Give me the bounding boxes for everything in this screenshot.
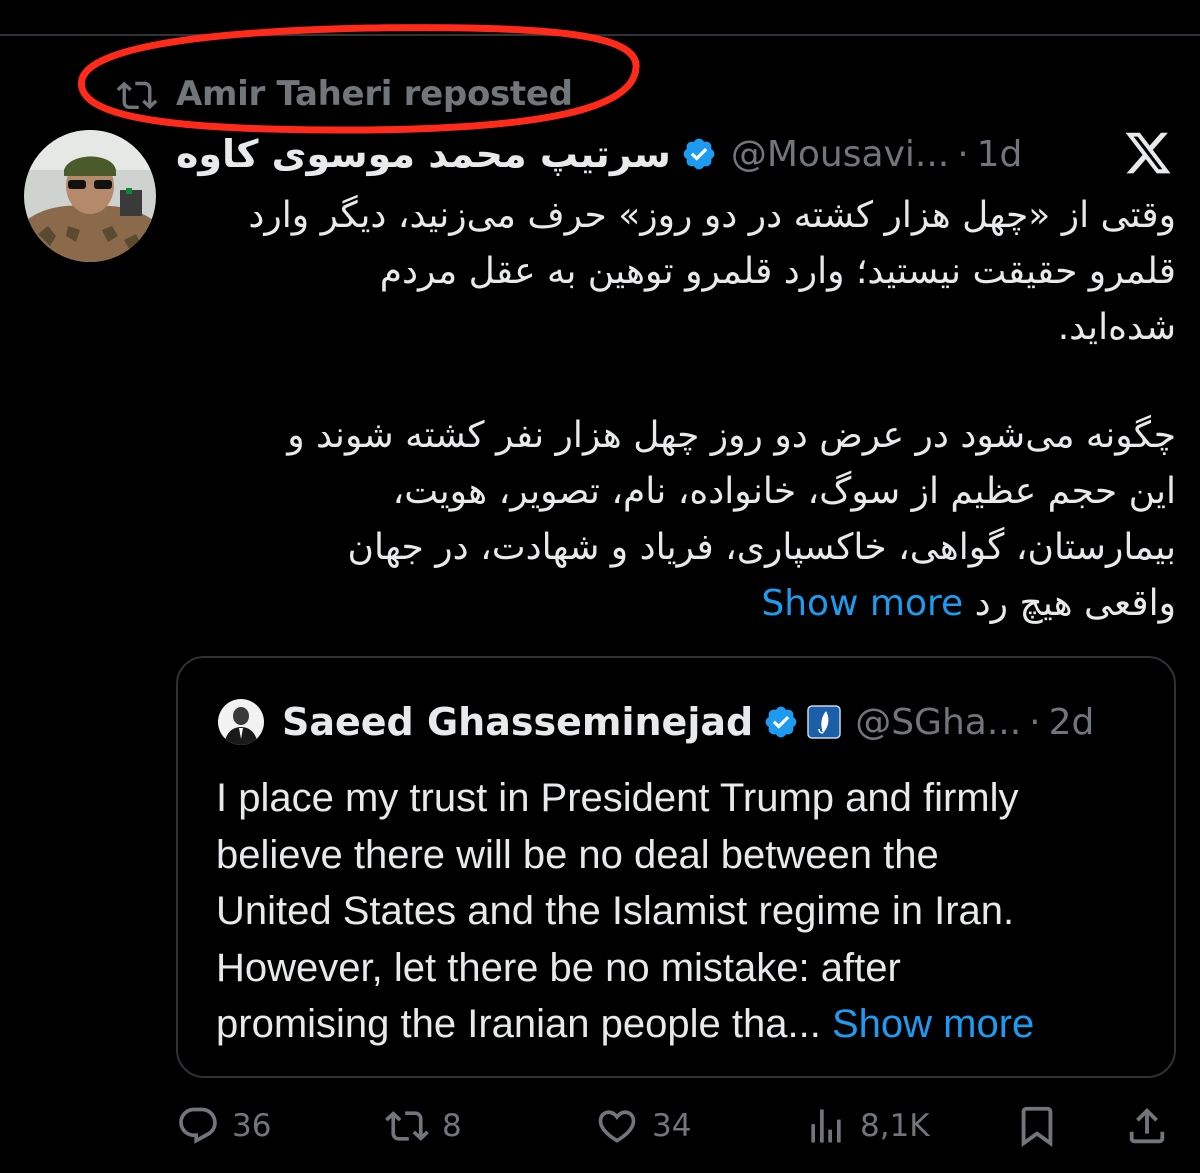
repost-icon xyxy=(384,1104,430,1148)
views-count: 8,1K xyxy=(860,1108,930,1144)
verified-badge-icon xyxy=(681,136,717,172)
quoted-tweet-time[interactable]: 2d xyxy=(1049,702,1095,743)
views-button[interactable]: 8,1K xyxy=(804,1096,930,1156)
repost-context[interactable]: Amir Taheri reposted xyxy=(116,72,573,116)
tweet-text-line: چگونه می‌شود در عرض دو روز چهل هزار نفر … xyxy=(287,415,1176,456)
repost-count: 8 xyxy=(442,1108,462,1144)
reply-icon xyxy=(176,1104,220,1148)
quoted-show-more-link[interactable]: Show more xyxy=(832,1002,1034,1046)
quoted-text-line: believe there will be no deal between th… xyxy=(216,832,939,877)
tweet-text-line: وقتی از «چهل هزار کشته در دو روز» حرف می… xyxy=(248,195,1176,236)
quoted-text-line: I place my trust in President Trump and … xyxy=(216,776,1019,820)
bookmark-button[interactable] xyxy=(1014,1096,1060,1156)
affiliation-badge-icon[interactable] xyxy=(807,705,841,739)
repost-label[interactable]: Amir Taheri reposted xyxy=(176,74,573,114)
x-logo-icon[interactable] xyxy=(1122,128,1174,178)
tweet-header: سرتیپ محمد موسوی کاوه @Mousavi... · 1d xyxy=(176,126,1036,182)
time-separator: · xyxy=(957,133,969,175)
quoted-author-avatar[interactable] xyxy=(218,699,264,745)
share-icon xyxy=(1124,1103,1170,1149)
tweet-time[interactable]: 1d xyxy=(977,134,1023,175)
tweet-text-line: بیمارستان، گواهی، خاکسپاری، فریاد و شهاد… xyxy=(347,527,1176,568)
tweet-text-line: قلمرو حقیقت نیستید؛ وارد قلمرو توهین به … xyxy=(379,251,1176,292)
quoted-tweet-text: I place my trust in President Trump and … xyxy=(216,770,1156,1053)
quoted-tweet-card[interactable]: Saeed Ghasseminejad @SGha... · 2d I plac… xyxy=(176,656,1176,1078)
quoted-text-line: However, let there be no mistake: after xyxy=(216,945,901,990)
tweet-text-line: شده‌اید. xyxy=(1057,307,1176,348)
share-button[interactable] xyxy=(1124,1096,1170,1156)
author-name[interactable]: سرتیپ محمد موسوی کاوه xyxy=(176,132,671,176)
quoted-text-line: promising the Iranian people tha... xyxy=(216,1002,821,1046)
author-avatar[interactable] xyxy=(24,130,156,262)
tweet-text-line: این حجم عظیم از سوگ، خانواده، نام، تصویر… xyxy=(392,471,1176,512)
heart-icon xyxy=(594,1104,640,1148)
author-handle[interactable]: @Mousavi... xyxy=(731,134,949,175)
tweet-text-last-line: واقعی هیچ رد Show more xyxy=(176,576,1176,632)
reply-button[interactable]: 36 xyxy=(176,1096,271,1156)
bookmark-icon xyxy=(1014,1103,1060,1149)
action-bar: 36 8 34 8,1K xyxy=(0,1096,1200,1156)
verified-badge-icon xyxy=(763,704,799,740)
top-divider xyxy=(0,34,1200,36)
reply-count: 36 xyxy=(232,1108,272,1144)
quoted-author-handle[interactable]: @SGha... xyxy=(855,702,1021,743)
quoted-author-name[interactable]: Saeed Ghasseminejad xyxy=(282,700,753,744)
quoted-text-last-line: promising the Iranian people tha... Show… xyxy=(216,996,1156,1053)
quoted-text-line: United States and the Islamist regime in… xyxy=(216,889,1015,933)
tweet-text-line: واقعی هیچ رد xyxy=(974,583,1176,624)
like-count: 34 xyxy=(652,1108,692,1144)
quoted-tweet-header: Saeed Ghasseminejad @SGha... · 2d xyxy=(218,696,1094,748)
time-separator: · xyxy=(1029,701,1041,743)
views-icon xyxy=(804,1104,848,1148)
repost-icon xyxy=(116,75,158,113)
repost-button[interactable]: 8 xyxy=(384,1096,462,1156)
like-button[interactable]: 34 xyxy=(594,1096,691,1156)
tweet-text: وقتی از «چهل هزار کشته در دو روز» حرف می… xyxy=(176,188,1176,632)
show-more-link[interactable]: Show more xyxy=(761,583,963,624)
